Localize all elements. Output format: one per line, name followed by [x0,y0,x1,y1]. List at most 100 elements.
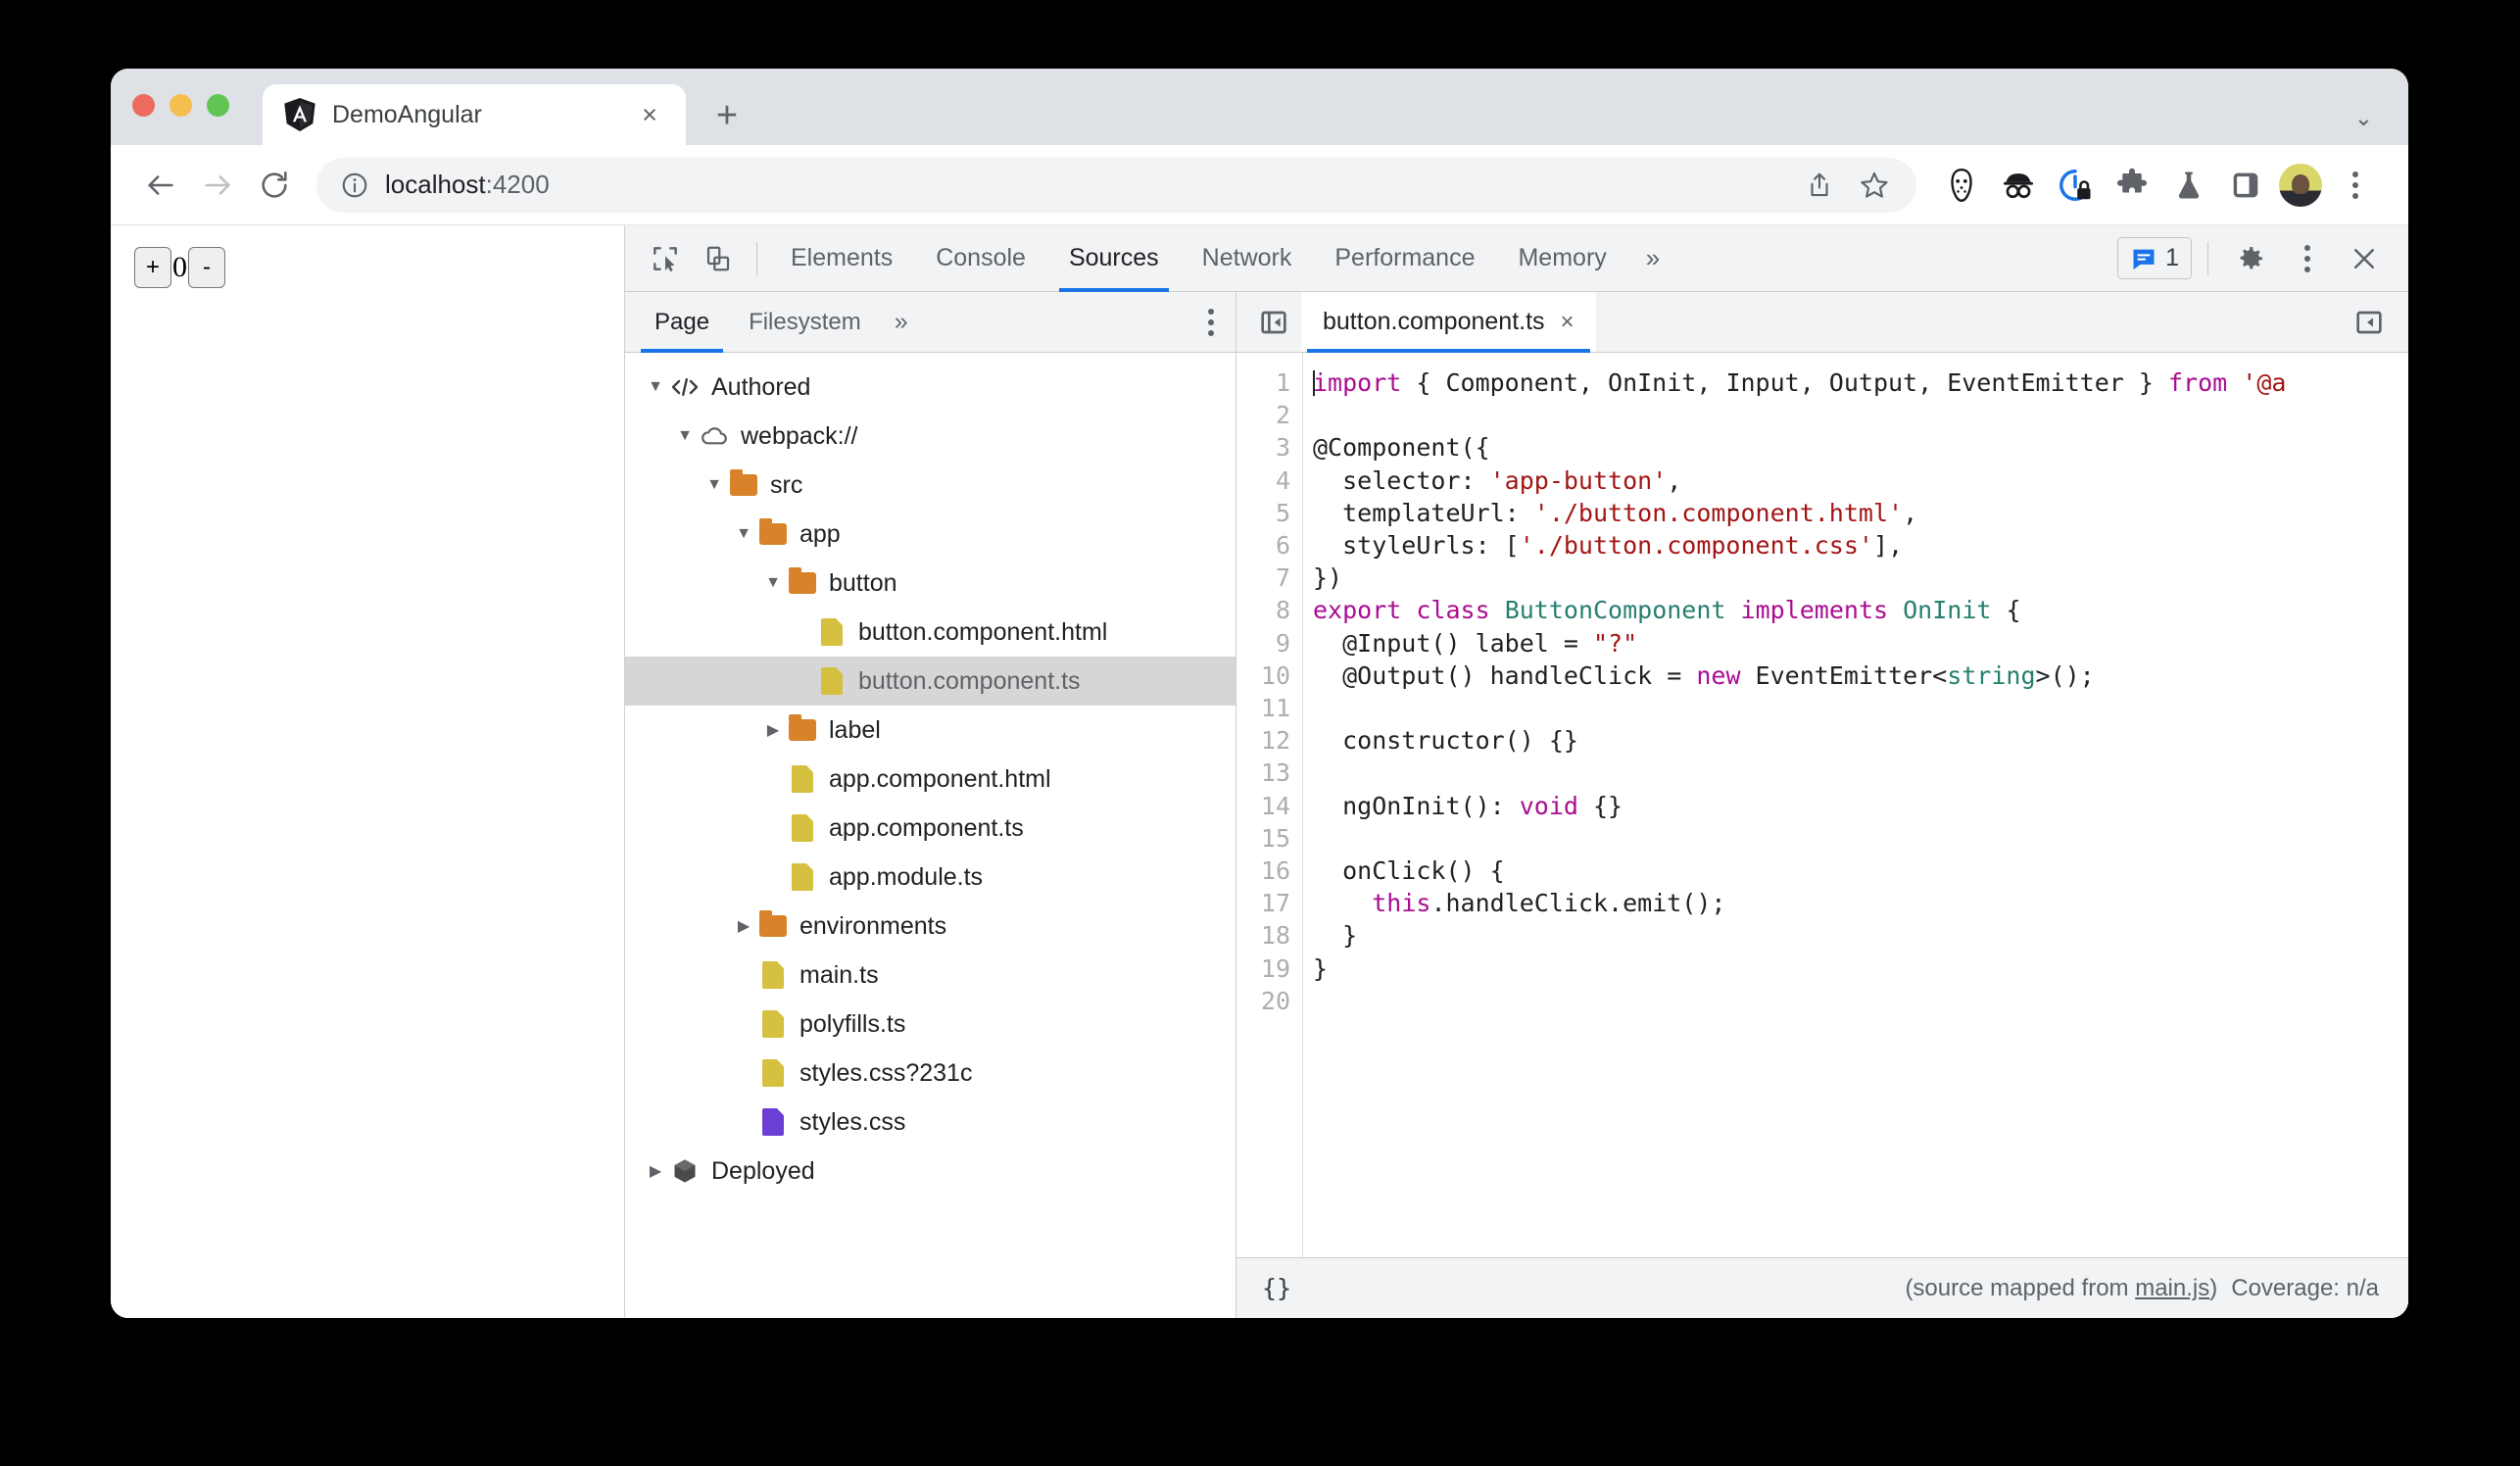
close-tab-button[interactable]: × [635,101,664,128]
tree-item[interactable]: ▶ Deployed [625,1147,1236,1196]
back-button[interactable] [132,157,189,214]
chevron-down-icon[interactable]: ▼ [702,476,727,494]
code-editor[interactable]: 1 2 3 4 5 6 7 8 9 10 11 12 13 14 15 16 17 18 19 20 import {… [1236,353,2408,1257]
browser-tab[interactable]: DemoAngular × [263,84,686,145]
code-token: , [1667,465,1682,495]
tree-item[interactable]: app.module.ts [625,853,1236,902]
bookmark-button[interactable] [1850,161,1899,210]
chevron-down-icon[interactable]: ▼ [760,574,786,592]
tab-memory[interactable]: Memory [1496,225,1627,292]
hockey-mask-extension-icon[interactable] [1938,162,1985,209]
more-tabs-button[interactable]: » [1628,225,1677,292]
collapse-navigator-button[interactable] [1246,292,1301,352]
chevron-down-icon[interactable]: ▼ [731,525,756,543]
code-token: EventEmitter< [1740,660,1948,690]
minimize-window-button[interactable] [170,93,192,117]
code-content[interactable]: import { Component, OnInit, Input, Outpu… [1303,353,2408,1257]
tree-item[interactable]: ▼ Authored [625,363,1236,412]
navigator-more-tabs-button[interactable]: » [881,292,922,352]
issues-badge[interactable]: 1 [2117,237,2192,279]
tree-item[interactable]: polyfills.ts [625,1000,1236,1049]
navigator-tab-page[interactable]: Page [635,292,729,353]
chevron-down-icon[interactable]: ▼ [643,378,668,396]
new-tab-button[interactable]: + [705,97,749,134]
chevron-right-icon[interactable]: ▶ [760,720,786,740]
navigator-tab-filesystem[interactable]: Filesystem [729,292,881,352]
tree-item-label: styles.css?231c [800,1058,973,1087]
flask-experiments-icon[interactable] [2165,162,2212,209]
message-issues-icon [2133,249,2155,269]
cloud-icon [698,425,731,447]
code-line: ngOnInit(): void {} [1313,790,2408,822]
chrome-menu-button[interactable] [2332,162,2379,209]
tree-item[interactable]: button.component.html [625,608,1236,657]
tree-item[interactable]: ▼ src [625,461,1236,510]
tree-item[interactable]: app.component.html [625,755,1236,804]
tree-item[interactable]: styles.css [625,1098,1236,1147]
navigator-menu-button[interactable] [1208,292,1236,352]
code-line: constructor() {} [1313,724,2408,757]
tree-item[interactable]: ▼ button [625,559,1236,608]
maximize-window-button[interactable] [207,93,229,117]
incognito-og-extension-icon[interactable] [1995,162,2042,209]
line-number: 4 [1275,465,1290,495]
three-dot-menu-icon [1208,308,1214,336]
forward-button[interactable] [189,157,246,214]
devtools-menu-button[interactable] [2281,232,2334,285]
tree-item[interactable]: ▼ app [625,510,1236,559]
source-map-link[interactable]: main.js [2135,1275,2209,1301]
tree-item-label: button [829,568,897,597]
window-controls [132,69,229,145]
chevron-down-icon[interactable]: ▼ [672,427,698,445]
open-debugger-sidebar-button[interactable] [2340,292,2399,352]
tab-sources[interactable]: Sources [1047,225,1181,292]
code-line: selector: 'app-button', [1313,464,2408,497]
tree-item[interactable]: ▼ webpack:// [625,412,1236,461]
tab-list-menu-icon[interactable]: ⌄ [2354,105,2373,131]
increment-button[interactable]: + [134,247,171,288]
chevron-right-icon[interactable]: ▶ [643,1161,668,1181]
share-button[interactable] [1795,161,1844,210]
avatar[interactable] [2279,163,2322,207]
tree-item[interactable]: main.ts [625,951,1236,1000]
tab-console[interactable]: Console [914,225,1047,292]
privacy-lock-extension-icon[interactable] [2052,162,2099,209]
decrement-button[interactable]: - [188,247,225,288]
code-token: onClick() { [1313,856,1505,886]
address-bar: localhost:4200 [111,145,2408,225]
url-host: localhost [385,170,486,199]
editor-file-tab[interactable]: button.component.ts × [1301,292,1596,353]
tab-network[interactable]: Network [1181,225,1314,292]
puzzle-extensions-icon[interactable] [2108,162,2156,209]
tree-item-label: app.component.ts [829,813,1024,842]
device-toolbar-button[interactable] [692,232,745,285]
code-token: { Component, OnInit, Input, Output, Even… [1401,368,2168,397]
devtools-settings-button[interactable] [2224,232,2277,285]
tab-performance[interactable]: Performance [1313,225,1496,292]
url-port: :4200 [485,170,550,199]
code-line: styleUrls: ['./button.component.css'], [1313,529,2408,562]
tree-item[interactable]: app.component.ts [625,804,1236,853]
tab-elements[interactable]: Elements [769,225,914,292]
chevron-right-icon[interactable]: ▶ [731,916,756,936]
tree-item[interactable]: ▶ label [625,706,1236,755]
site-info-icon[interactable] [340,171,369,200]
close-devtools-button[interactable] [2338,232,2391,285]
omnibox[interactable]: localhost:4200 [316,157,1916,213]
tree-item[interactable]: button.component.ts [625,657,1236,706]
tree-item[interactable]: ▶ environments [625,902,1236,951]
reload-button[interactable] [246,157,303,214]
file-icon [756,1010,790,1038]
close-file-tab-button[interactable]: × [1561,309,1575,336]
tree-item-label: styles.css [800,1107,906,1136]
side-panel-icon[interactable] [2222,162,2269,209]
toolbar-divider-2 [2207,241,2208,275]
close-window-button[interactable] [132,93,155,117]
tree-item[interactable]: styles.css?231c [625,1049,1236,1098]
inspect-element-button[interactable] [639,232,692,285]
pretty-print-button[interactable]: {} [1262,1274,1291,1302]
